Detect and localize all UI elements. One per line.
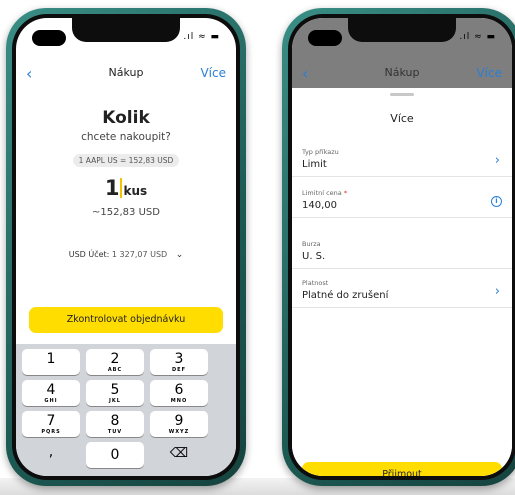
approx-total: ~152,83 USD (92, 207, 160, 218)
review-order-button[interactable]: Zkontrolovat objednávku (29, 307, 223, 333)
status-time-pill (32, 30, 66, 46)
key-3[interactable]: 3 DEF (150, 349, 208, 375)
limit-price-input[interactable]: 140,00 (302, 200, 337, 211)
field-label: Limitní cena * (302, 189, 348, 197)
backspace-icon[interactable]: ⌫ (150, 442, 208, 468)
field-value: Platné do zrušení (302, 290, 389, 301)
field-value: Limit (302, 159, 327, 170)
nav-title: Nákup (108, 66, 144, 79)
key-7[interactable]: 7 PQRS (22, 411, 80, 437)
back-chevron-icon[interactable]: ‹ (302, 66, 308, 82)
account-selector[interactable]: USD Účet: 1 327,07 USD ⌄ (16, 250, 236, 260)
key-0[interactable]: 0 (86, 442, 144, 468)
accept-button[interactable]: Přijmout (302, 462, 502, 476)
key-5[interactable]: 5 JKL (86, 380, 144, 406)
more-link[interactable]: Více (200, 66, 226, 80)
key-1[interactable]: 1 (22, 349, 80, 375)
notch (72, 18, 180, 42)
quantity-value: 1 (104, 176, 120, 200)
sheet-title: Více (390, 112, 414, 125)
field-label: Typ příkazu (302, 148, 339, 156)
status-icons: .ıl ≈ ▬ (459, 32, 496, 42)
more-link[interactable]: Více (476, 66, 502, 80)
quantity-screen: .ıl ≈ ▬ ‹ Nákup Více Kolik chcete nakoup… (16, 18, 236, 476)
status-time-pill (308, 30, 342, 46)
account-balance: 1 327,07 USD (111, 250, 168, 259)
key-4[interactable]: 4 GHI (22, 380, 80, 406)
limit-price-row[interactable]: Limitní cena * 140,00 i (292, 189, 512, 218)
notch (348, 18, 456, 42)
nav-header: ‹ Nákup Více (16, 66, 236, 84)
key-8[interactable]: 8 TUV (86, 411, 144, 437)
order-type-row[interactable]: Typ příkazu Limit › (292, 148, 512, 177)
phone-left: .ıl ≈ ▬ ‹ Nákup Více Kolik chcete nakoup… (6, 8, 246, 486)
order-settings-screen: .ıl ≈ ▬ ‹ Nákup Více Více Typ příkazu Li… (292, 18, 512, 476)
exchange-row: Burza U. S. (292, 240, 512, 269)
chevron-right-icon: › (494, 284, 500, 299)
numeric-keypad: 1 2 ABC 3 DEF 4 GHI 5 JKL 6 MNO 7 PQRS 8 TUV 9W… (16, 344, 236, 476)
nav-header-dimmed: ‹ Nákup Více (292, 66, 512, 84)
page-subtitle: chcete nakoupit? (81, 131, 171, 143)
sheet-grab-handle[interactable] (390, 93, 414, 96)
field-label: Platnost (302, 279, 329, 287)
field-label: Burza (302, 240, 321, 248)
validity-row[interactable]: Platnost Platné do zrušení › (292, 279, 512, 308)
account-label: USD Účet: (68, 250, 110, 259)
key-9[interactable]: 9 WXYZ (150, 411, 208, 437)
phone-right: .ıl ≈ ▬ ‹ Nákup Více Více Typ příkazu Li… (282, 8, 515, 486)
page-title: Kolik (102, 108, 150, 128)
quantity-display[interactable]: 1 kus (16, 176, 236, 200)
chevron-down-icon: ⌄ (175, 250, 184, 260)
chevron-right-icon: › (494, 153, 500, 168)
back-chevron-icon[interactable]: ‹ (26, 66, 32, 82)
info-icon[interactable]: i (491, 196, 502, 207)
key-comma[interactable]: , (22, 442, 80, 468)
more-options-sheet: Více Typ příkazu Limit › Limitní cena * … (292, 88, 512, 476)
key-2[interactable]: 2 ABC (86, 349, 144, 375)
nav-title: Nákup (384, 66, 420, 79)
status-icons: .ıl ≈ ▬ (183, 32, 220, 42)
field-value: U. S. (302, 251, 326, 262)
key-6[interactable]: 6 MNO (150, 380, 208, 406)
exchange-rate-badge: 1 AAPL US = 152,83 USD (16, 148, 236, 167)
quantity-unit: kus (123, 184, 148, 198)
